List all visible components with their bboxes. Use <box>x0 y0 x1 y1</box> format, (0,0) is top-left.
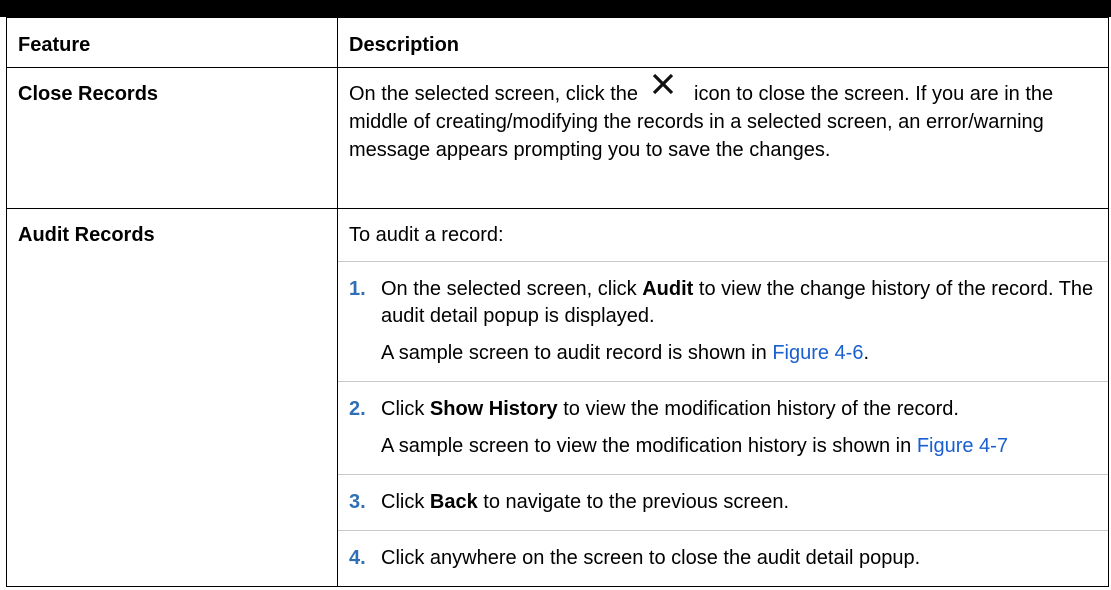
table-header-row: Feature Description <box>6 17 1109 68</box>
audit-intro: To audit a record: <box>349 224 504 246</box>
step-ui-label: Show History <box>429 398 558 420</box>
header-feature: Feature <box>6 17 338 68</box>
step-3: 3. Click Back to navigate to the previou… <box>338 474 1108 530</box>
step-text-pre: On the selected screen, click <box>381 278 643 300</box>
step-text-post: to view the modification history of the … <box>557 398 959 420</box>
header-description-label: Description <box>349 34 460 56</box>
close-icon <box>638 73 694 108</box>
figure-link[interactable]: Figure 4-6 <box>772 342 863 364</box>
close-desc-text-start: On the selected screen, click the <box>349 83 639 105</box>
step-number: 1. <box>349 278 366 300</box>
step-4: 4. Click anywhere on the screen to close… <box>338 530 1108 586</box>
table-row: Audit Records To audit a record: 1. On t… <box>6 208 1109 587</box>
step-text-post: to navigate to the previous screen. <box>477 491 790 513</box>
header-description: Description <box>337 17 1109 68</box>
feature-table: Feature Description Close Records On the… <box>6 17 1109 587</box>
step-note-text: A sample screen to view the modification… <box>381 435 917 457</box>
step-note-text: A sample screen to audit record is shown… <box>381 342 773 364</box>
feature-audit-records: Audit Records <box>6 208 338 587</box>
step-note-end: . <box>863 342 870 364</box>
step-text: Click anywhere on the screen to close th… <box>381 545 920 572</box>
step-text-pre: Click <box>381 491 430 513</box>
step-text-pre: Click anywhere on the screen to close th… <box>381 547 921 569</box>
header-feature-label: Feature <box>18 34 91 56</box>
step-number: 3. <box>349 491 366 513</box>
step-text: Click Show History to view the modificat… <box>381 396 1008 423</box>
step-text: Click Back to navigate to the previous s… <box>381 489 789 516</box>
feature-close-records: Close Records <box>6 67 338 209</box>
figure-link[interactable]: Figure 4-7 <box>917 435 1008 457</box>
step-body: Click Back to navigate to the previous s… <box>381 489 789 516</box>
step-body: Click anywhere on the screen to close th… <box>381 545 920 572</box>
step-text: On the selected screen, click Audit to v… <box>381 276 1096 330</box>
top-rule <box>0 0 1111 17</box>
step-note: A sample screen to view the modification… <box>381 433 1008 460</box>
document-page: Feature Description Close Records On the… <box>0 0 1111 590</box>
step-ui-label: Audit <box>642 278 694 300</box>
step-note: A sample screen to audit record is shown… <box>381 340 1096 367</box>
step-1: 1. On the selected screen, click Audit t… <box>338 261 1108 381</box>
step-2: 2. Click Show History to view the modifi… <box>338 381 1108 474</box>
step-body: Click Show History to view the modificat… <box>381 396 1008 460</box>
description-close-records: On the selected screen, click the icon to… <box>337 67 1109 209</box>
step-number: 2. <box>349 398 366 420</box>
step-body: On the selected screen, click Audit to v… <box>381 276 1096 367</box>
step-text-pre: Click <box>381 398 430 420</box>
step-number: 4. <box>349 547 366 569</box>
step-ui-label: Back <box>429 491 478 513</box>
description-audit-records: To audit a record: 1. On the selected sc… <box>337 208 1109 587</box>
table-row: Close Records On the selected screen, cl… <box>6 67 1109 209</box>
